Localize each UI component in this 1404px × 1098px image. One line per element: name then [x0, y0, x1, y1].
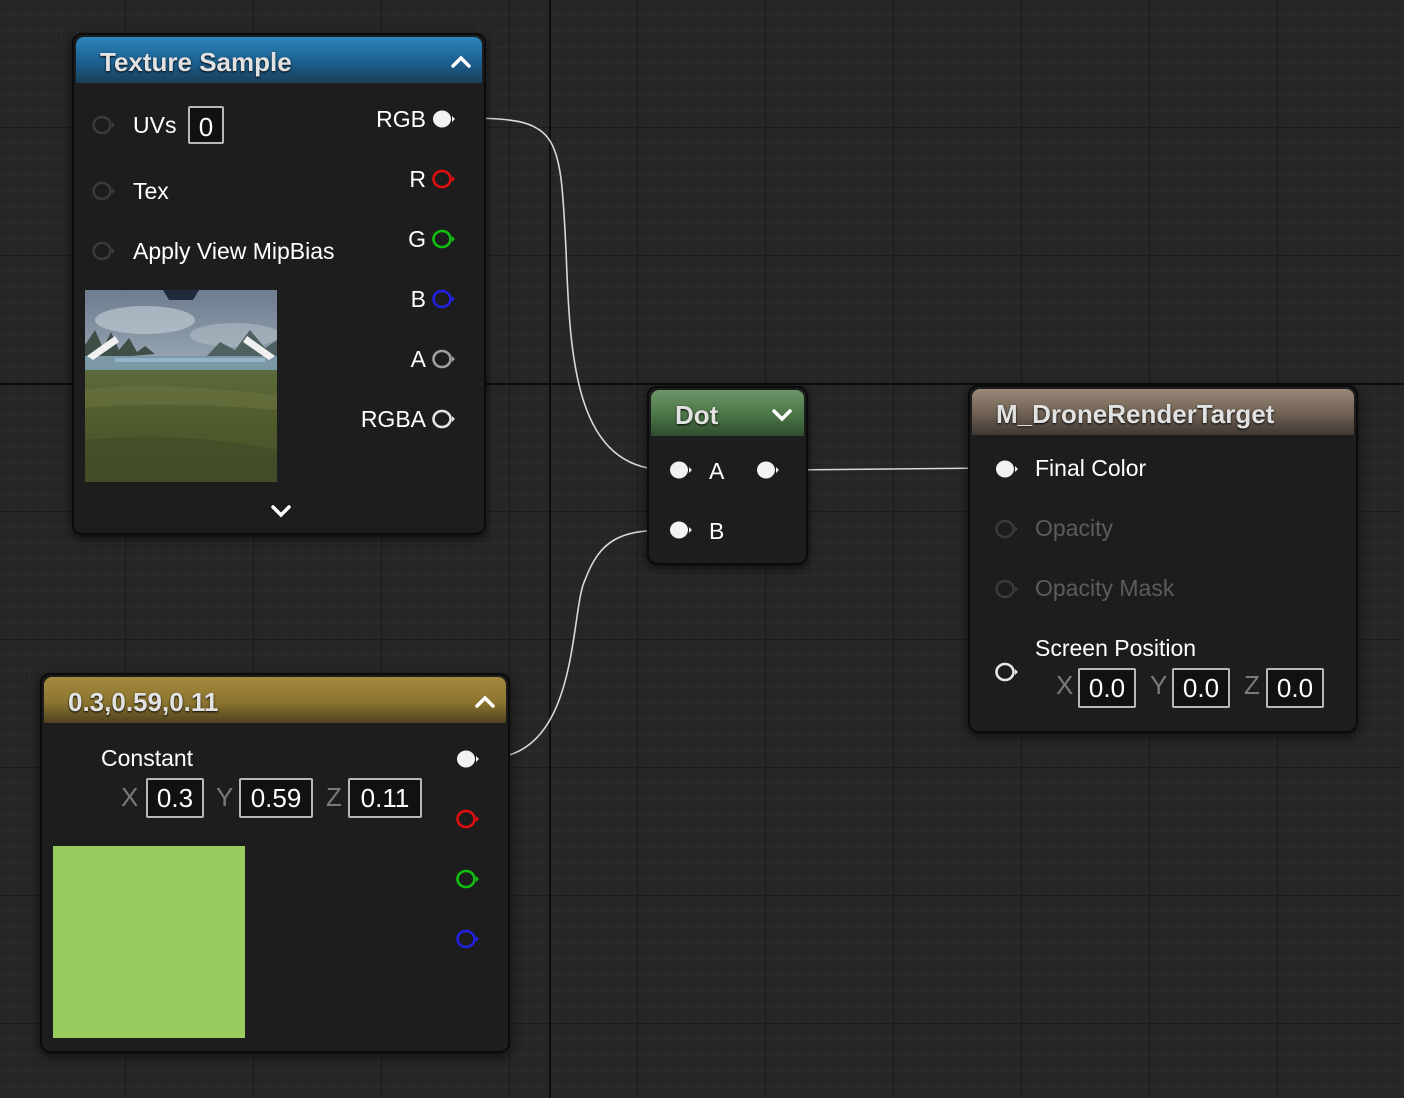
dot-output-pin-icon[interactable] [756, 460, 780, 480]
rgb-output-label: RGB [376, 106, 426, 132]
opacity-pin-icon[interactable] [995, 519, 1019, 539]
wire-dot-to-final-color[interactable] [785, 467, 994, 471]
chevron-down-icon[interactable] [268, 501, 294, 521]
opacity-mask-label: Opacity Mask [1035, 575, 1175, 601]
mipbias-input-pin-icon[interactable] [92, 241, 116, 261]
screen-position-y-field[interactable]: 0.0 [1172, 668, 1230, 708]
constant-r-output-pin-icon[interactable] [456, 809, 480, 829]
texture-sample-title: Texture Sample [100, 47, 292, 77]
rgba-output-pin-icon[interactable] [432, 409, 456, 429]
wire-rgb-to-dot-a[interactable] [463, 117, 669, 471]
texture-sample-node[interactable]: Texture Sample UVs 0 Tex Apply View MipB… [72, 33, 486, 535]
screen-position-pin-icon[interactable] [995, 662, 1019, 682]
constant-title: 0.3,0.59,0.11 [68, 687, 219, 717]
final-color-label: Final Color [1035, 455, 1147, 481]
constant-x-axis-label: X [121, 782, 139, 812]
tex-input-label: Tex [133, 178, 169, 204]
r-output-pin-icon[interactable] [432, 169, 456, 189]
texture-sample-header[interactable]: Texture Sample [76, 37, 482, 83]
mipbias-input-label: Apply View MipBias [133, 238, 335, 264]
constant-g-output-pin-icon[interactable] [456, 869, 480, 889]
constant-z-axis-label: Z [326, 782, 342, 812]
tex-input-pin-icon[interactable] [92, 181, 116, 201]
dot-b-input-label: B [709, 518, 725, 544]
constant-x-field[interactable]: 0.3 [146, 778, 204, 818]
constant-z-field[interactable]: 0.11 [348, 778, 422, 818]
material-title: M_DroneRenderTarget [996, 399, 1275, 429]
constant-output-pin-icon[interactable] [456, 749, 480, 769]
g-output-pin-icon[interactable] [432, 229, 456, 249]
dot-title: Dot [675, 400, 719, 430]
material-header[interactable]: M_DroneRenderTarget [972, 389, 1354, 435]
constant-label: Constant [101, 745, 194, 771]
chevron-up-icon[interactable] [448, 49, 474, 75]
rgba-output-label: RGBA [360, 406, 426, 432]
constant-b-output-pin-icon[interactable] [456, 929, 480, 949]
b-output-pin-icon[interactable] [432, 289, 456, 309]
opacity-mask-pin-icon[interactable] [995, 579, 1019, 599]
g-output-label: G [408, 226, 426, 252]
final-color-pin-icon[interactable] [995, 459, 1019, 479]
uvs-input-pin-icon[interactable] [92, 115, 116, 135]
dot-a-input-label: A [709, 458, 725, 484]
screen-position-z-axis-label: Z [1244, 670, 1260, 700]
opacity-label: Opacity [1035, 515, 1113, 541]
screen-position-label: Screen Position [1035, 635, 1197, 661]
r-output-label: R [409, 166, 426, 192]
dot-header[interactable]: Dot [651, 390, 804, 436]
chevron-up-icon[interactable] [472, 689, 498, 715]
b-output-label: B [410, 286, 426, 312]
rgb-output-pin-icon[interactable] [432, 109, 456, 129]
a-output-pin-icon[interactable] [432, 349, 456, 369]
screen-position-z-field[interactable]: 0.0 [1266, 668, 1324, 708]
screen-position-x-field[interactable]: 0.0 [1078, 668, 1136, 708]
uv-index-field[interactable]: 0 [188, 106, 224, 144]
constant-header[interactable]: 0.3,0.59,0.11 [44, 677, 506, 723]
a-output-label: A [410, 346, 426, 372]
chevron-down-icon[interactable] [769, 402, 795, 428]
texture-preview-thumbnail [85, 290, 277, 482]
screen-position-x-axis-label: X [1056, 670, 1074, 700]
constant-y-field[interactable]: 0.59 [239, 778, 313, 818]
dot-a-input-pin-icon[interactable] [669, 460, 693, 480]
constant-vector-node[interactable]: 0.3,0.59,0.11 Constant X 0.3 Y 0.59 Z 0.… [40, 673, 510, 1053]
uvs-input-label: UVs [133, 112, 177, 138]
dot-node[interactable]: Dot A B [647, 386, 808, 565]
screen-position-y-axis-label: Y [1150, 670, 1168, 700]
dot-b-input-pin-icon[interactable] [669, 520, 693, 540]
constant-color-swatch [53, 846, 245, 1038]
grid-axis-vertical [549, 0, 551, 1098]
constant-y-axis-label: Y [216, 782, 234, 812]
wire-constant-to-dot-b[interactable] [487, 529, 669, 759]
material-output-node[interactable]: M_DroneRenderTarget Final Color Opacity … [968, 385, 1358, 733]
